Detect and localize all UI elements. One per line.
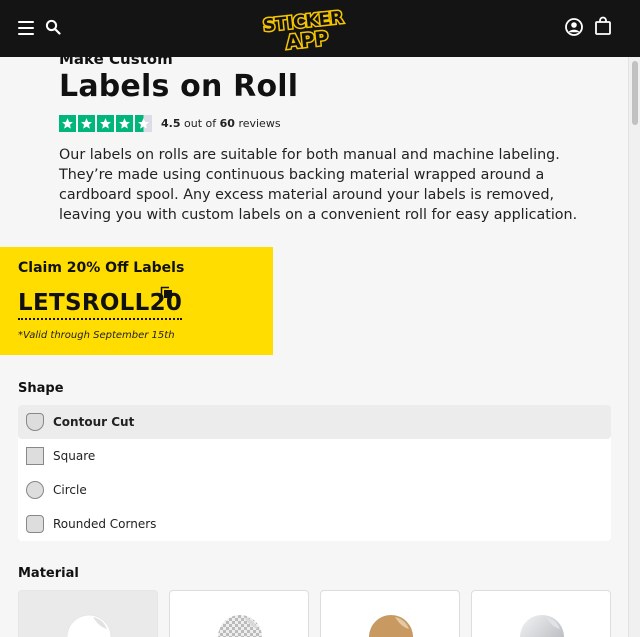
product-description: Our labels on rolls are suitable for bot… (59, 147, 578, 223)
search-icon[interactable] (45, 19, 61, 39)
star-icon (59, 115, 76, 132)
shape-option-rounded-corners[interactable]: Rounded Corners (18, 507, 611, 541)
page-kicker: Make Custom (59, 57, 173, 68)
product-page-content: Make Custom Labels on Roll 4.5 out of 60… (0, 57, 628, 637)
shape-selector: Contour Cut Square Circle Rounded Corner… (18, 405, 611, 541)
rating-score: 4.5 (161, 117, 181, 130)
shape-section-label: Shape (18, 381, 64, 396)
promo-validity: *Valid through September 15th (18, 330, 175, 341)
material-option-white[interactable] (18, 590, 158, 637)
shape-option-contour-cut[interactable]: Contour Cut (18, 405, 611, 439)
contour-cut-icon (26, 413, 44, 431)
promo-code[interactable]: LETSROLL20 (18, 290, 183, 320)
material-selector (18, 590, 611, 637)
menu-icon[interactable] (18, 21, 34, 35)
square-icon (26, 447, 44, 465)
material-option-clear[interactable] (169, 590, 309, 637)
shape-option-circle[interactable]: Circle (18, 473, 611, 507)
cart-icon[interactable] (594, 16, 612, 40)
product-rating[interactable]: 4.5 out of 60 reviews (59, 115, 281, 132)
page-scrollbar[interactable] (628, 57, 640, 637)
material-option-silver[interactable] (471, 590, 611, 637)
shape-option-label: Contour Cut (53, 415, 135, 429)
account-icon[interactable] (564, 17, 584, 41)
circle-icon (26, 481, 44, 499)
scrollbar-thumb[interactable] (632, 61, 638, 125)
shape-option-label: Square (53, 449, 96, 463)
copy-icon[interactable] (160, 284, 173, 303)
promo-banner: Claim 20% Off Labels LETSROLL20 *Valid t… (0, 247, 273, 355)
rating-summary: 4.5 out of 60 reviews (161, 117, 281, 130)
silver-material-icon (520, 615, 564, 637)
white-material-icon (66, 614, 112, 637)
kraft-material-icon (369, 615, 413, 637)
rating-count: 60 (219, 117, 235, 130)
rating-stars (59, 115, 152, 132)
logo-text-app: APP (285, 28, 330, 54)
rating-count-suffix: reviews (238, 117, 281, 130)
material-section-label: Material (18, 566, 79, 581)
page-title: Labels on Roll (59, 69, 299, 104)
shape-option-label: Circle (53, 483, 87, 497)
top-navigation-bar: STICKER APP (0, 0, 640, 57)
star-icon (97, 115, 114, 132)
stickerapp-logo[interactable]: STICKER APP (261, 4, 346, 55)
shape-option-square[interactable]: Square (18, 439, 611, 473)
clear-material-icon (218, 615, 262, 637)
material-option-kraft[interactable] (320, 590, 460, 637)
half-star-icon (135, 115, 152, 132)
star-icon (78, 115, 95, 132)
rounded-corners-icon (26, 515, 44, 533)
star-icon (116, 115, 133, 132)
shape-option-label: Rounded Corners (53, 517, 157, 531)
promo-heading: Claim 20% Off Labels (18, 260, 185, 276)
rating-out-of: out of (184, 117, 217, 130)
